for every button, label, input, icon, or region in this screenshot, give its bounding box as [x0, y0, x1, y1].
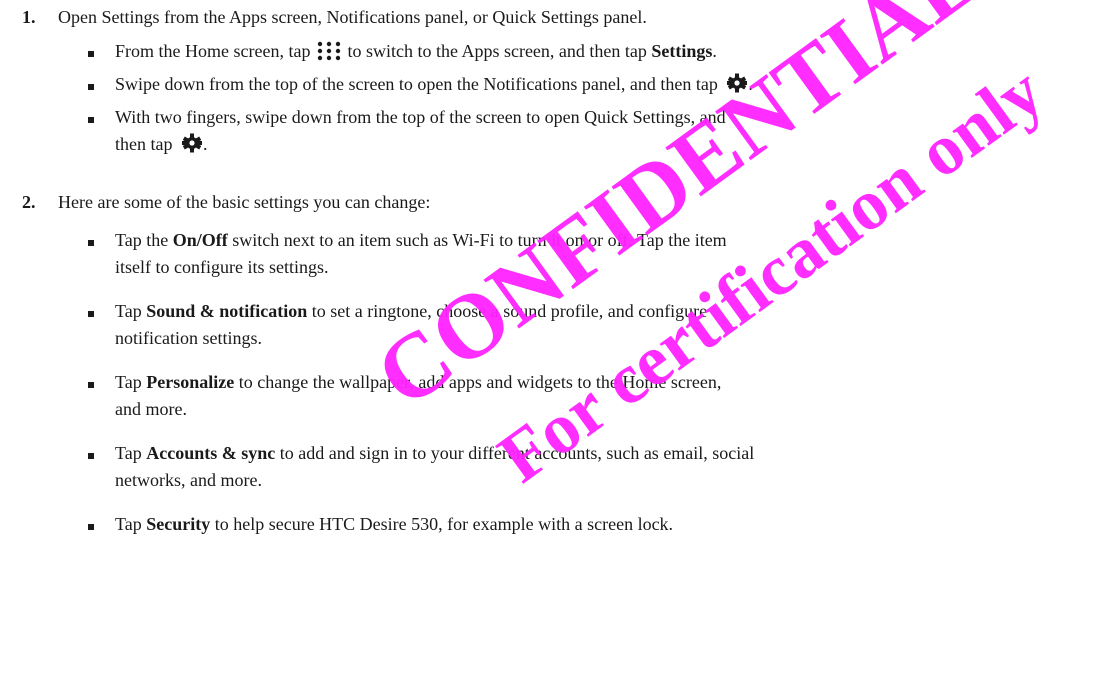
- bullet-marker: [88, 117, 94, 123]
- bullet-marker: [88, 453, 94, 459]
- list-item: Tap Accounts & sync to add and sign in t…: [115, 443, 755, 490]
- step-number: 2.: [22, 192, 36, 212]
- list-item: From the Home screen, tap to switch to t…: [115, 38, 1099, 69]
- gear-icon: [726, 73, 748, 101]
- apps-grid-icon: [317, 41, 341, 69]
- gear-icon: [181, 133, 203, 161]
- manual-page: 1. Open Settings from the Apps screen, N…: [0, 0, 1119, 679]
- bullet-marker: [88, 311, 94, 317]
- step-text: Open Settings from the Apps screen, Noti…: [58, 7, 647, 27]
- bullet-marker: [88, 382, 94, 388]
- list-item: Tap Sound & notification to set a ringto…: [115, 301, 708, 348]
- step-number: 1.: [22, 7, 36, 27]
- bullet-marker: [88, 524, 94, 530]
- list-item: Tap Security to help secure HTC Desire 5…: [115, 514, 674, 534]
- list-item: Tap Personalize to change the wallpaper,…: [115, 372, 722, 419]
- bullet-marker: [88, 84, 94, 90]
- list-item: Swipe down from the top of the screen to…: [115, 71, 1099, 101]
- list-item: With two fingers, swipe down from the to…: [115, 104, 1099, 161]
- bullet-marker: [88, 51, 94, 57]
- bullet-marker: [88, 240, 94, 246]
- step-text: Here are some of the basic settings you …: [58, 192, 431, 212]
- list-item: Tap the On/Off switch next to an item su…: [115, 230, 727, 277]
